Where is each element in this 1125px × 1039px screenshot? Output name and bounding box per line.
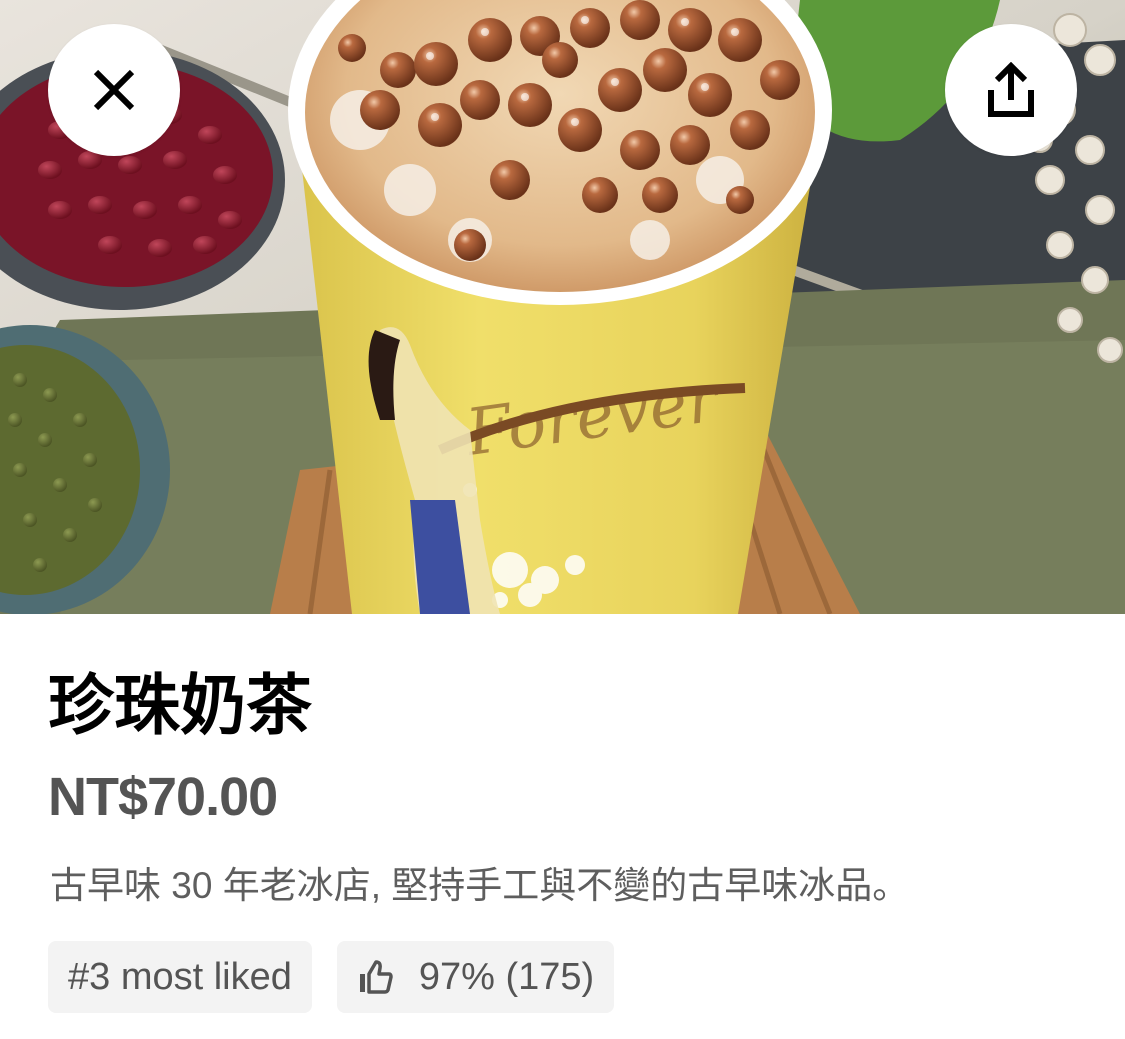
share-button[interactable] [945, 24, 1077, 156]
item-photo: Forever [0, 0, 1125, 614]
item-badges: #3 most liked 97% (175) [48, 941, 615, 1013]
rating-label: 97% (175) [418, 955, 595, 998]
item-title: 珍珠奶茶 [48, 668, 312, 742]
item-description: 古早味 30 年老冰店, 堅持手工與不變的古早味冰品。 [50, 865, 910, 906]
thumbs-up-icon [357, 959, 393, 995]
most-liked-badge: #3 most liked [48, 941, 312, 1013]
rating-badge: 97% (175) [336, 941, 615, 1013]
most-liked-label: #3 most liked [68, 955, 292, 998]
item-price: NT$70.00 [48, 767, 278, 827]
share-icon [988, 62, 1034, 117]
close-icon [93, 69, 135, 111]
close-button[interactable] [48, 24, 180, 156]
